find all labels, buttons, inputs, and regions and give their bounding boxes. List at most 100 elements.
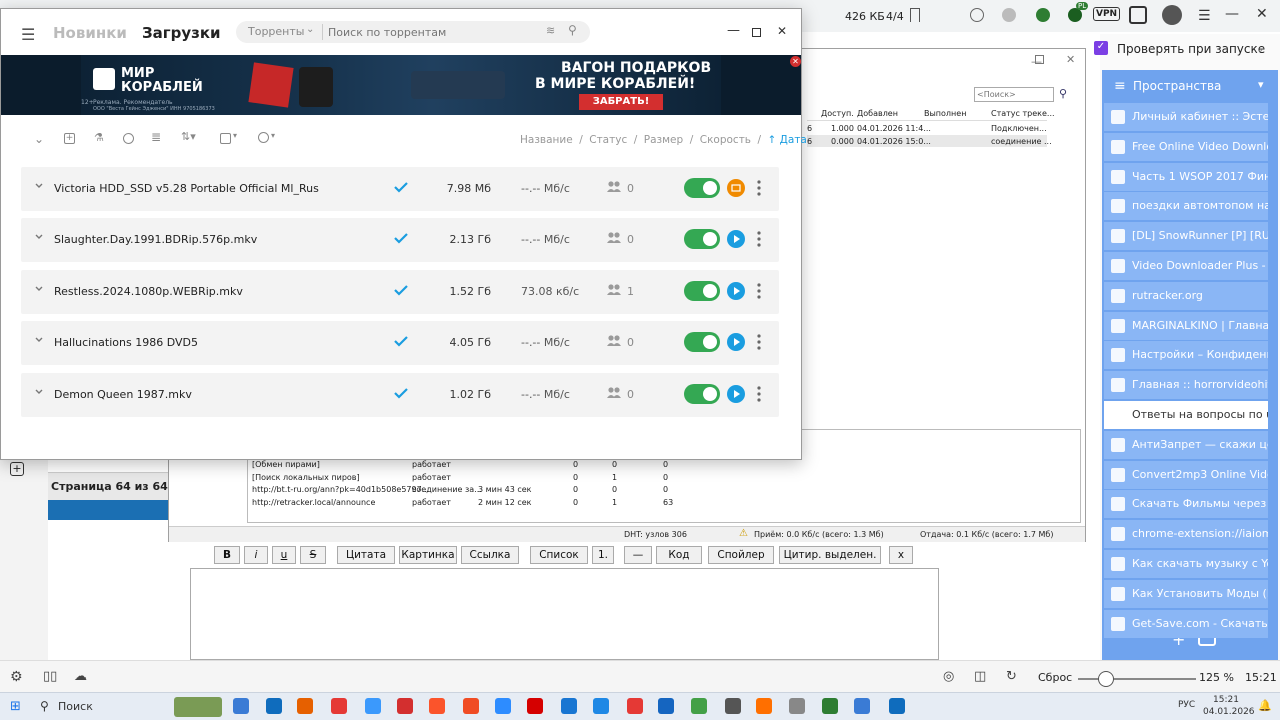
banner-close-icon[interactable]: ✕ [790,56,801,67]
taskbar-app-icon[interactable] [561,698,577,714]
torrent-row[interactable]: Slaughter.Day.1991.BDRip.576p.mkv 2.13 Гб… [21,218,779,263]
panels-icon[interactable]: ▯▯ [43,669,57,684]
minimize-icon[interactable]: — [1225,6,1239,22]
add-icon[interactable]: + [10,462,24,476]
popup-minimize-icon[interactable]: — [727,23,740,38]
taskbar-app-icon[interactable] [854,698,870,714]
ut-col-added[interactable]: Добавлен [857,109,898,118]
browser-tab[interactable]: Video Downloader Plus - И [1104,252,1268,280]
ut-col-tracker-status[interactable]: Статус треке... [991,109,1055,118]
extension-shield-icon[interactable] [1068,8,1082,22]
spaces-label[interactable]: Пространства [1133,79,1221,93]
browser-tab[interactable]: Get-Save.com - Скачать ви [1104,609,1268,638]
taskbar-app-icon[interactable] [429,698,445,714]
tile-icon[interactable]: ◫ [974,669,986,684]
format-button[interactable]: 1. [592,546,614,564]
format-button[interactable]: S [300,546,326,564]
browser-tab[interactable]: MARGINALKINO | Главная [1104,311,1268,340]
flask-icon[interactable]: ⚗ [94,131,104,144]
sort-status[interactable]: Статус [589,134,627,146]
taskbar-app-icon[interactable] [331,698,347,714]
taskbar-search[interactable]: Поиск [58,700,93,713]
format-button[interactable]: — [624,546,652,564]
taskbar-app-icon[interactable] [593,698,609,714]
row-chevron-icon[interactable] [34,181,44,191]
taskbar-app-icon[interactable] [397,698,413,714]
taskbar-app-icon[interactable] [627,698,643,714]
seed-toggle[interactable] [684,383,720,404]
browser-tab[interactable]: Скачать Фильмы через то [1104,490,1268,519]
taskbar-app-icon[interactable] [233,698,249,714]
filter-icon[interactable]: ≋ [546,24,555,37]
more-icon[interactable] [757,283,761,302]
ut-col-access[interactable]: Доступ. [821,109,854,118]
torrent-row[interactable]: Victoria HDD_SSD v5.28 Portable Official… [21,167,779,211]
taskbar-date[interactable]: 04.01.2026 [1203,707,1255,717]
format-button[interactable]: Цитата [337,546,395,564]
browser-tab[interactable]: поездки автомтопом на г [1104,192,1268,221]
browser-tab[interactable]: [DL] SnowRunner [P] [RUS [1104,222,1268,251]
more-icon[interactable] [757,180,761,199]
popup-close-icon[interactable]: ✕ [777,24,787,38]
search-input[interactable] [328,23,538,41]
browser-tab[interactable]: АнтиЗапрет — скажи цен [1104,430,1268,459]
format-button[interactable]: Список [530,546,588,564]
extension-globe-icon[interactable] [1036,8,1050,22]
notification-icon[interactable]: 🔔 [1258,699,1272,712]
tray-lang[interactable]: РУС [1178,700,1195,710]
vpn-icon[interactable]: VPN [1093,7,1121,21]
torrent-row[interactable]: Restless.2024.1080p.WEBRip.mkv 1.52 Гб 73.… [21,269,779,314]
power-icon[interactable] [258,132,269,143]
sync-icon[interactable]: ↻ [1006,669,1017,684]
ut-close-icon[interactable]: ✕ [1066,53,1075,66]
settings-icon[interactable]: ⚙ [10,669,23,685]
cloud-icon[interactable]: ☁ [74,669,87,684]
play-icon[interactable] [727,333,745,352]
start-icon[interactable]: ⊞ [10,699,21,714]
widgets-image[interactable] [174,697,222,717]
zoom-reset[interactable]: Сброс [1038,671,1072,684]
taskbar-time[interactable]: 15:21 [1213,695,1239,705]
sort-speed[interactable]: Скорость [700,134,751,146]
close-icon[interactable]: ✕ [1256,6,1268,22]
format-button[interactable]: i [244,546,268,564]
seed-toggle[interactable] [684,280,720,301]
sort-filter-icon[interactable]: ⇅▾ [181,130,196,143]
browser-tab[interactable]: Как скачать музыку с YouT [1104,550,1268,578]
scope-chevron-icon[interactable]: ⌄ [306,24,314,35]
banner-cta-button[interactable]: ЗАБРАТЬ! [579,94,663,110]
sort-name[interactable]: Название [520,134,573,146]
browser-tab[interactable]: rutracker.org [1104,281,1268,310]
browser-tab[interactable]: Как Установить Моды (Ма [1104,579,1268,608]
browser-tab[interactable]: Главная :: horrorvideohit.c [1104,371,1268,400]
torrent-row[interactable]: Demon Queen 1987.mkv 1.02 Гб --.-- Мб/с 0 [21,372,779,417]
taskbar-app-icon[interactable] [658,698,674,714]
ut-search-input[interactable] [974,87,1054,102]
seed-toggle[interactable] [684,332,720,353]
play-icon[interactable] [727,384,745,403]
bookmark-icon[interactable] [910,8,920,22]
browser-tab[interactable]: Free Online Video Downlo [1104,132,1268,161]
pause-all-icon[interactable] [123,133,134,144]
torrent-row[interactable]: Hallucinations 1986 DVD5 4.05 Гб --.-- Мб/… [21,321,779,366]
zoom-slider[interactable] [1078,678,1196,680]
format-button[interactable]: Ссылка [461,546,519,564]
more-icon[interactable] [757,231,761,250]
browser-tab[interactable]: Настройки – Конфиденци [1104,341,1268,370]
calendar-chevron-icon[interactable]: ▾ [233,131,237,140]
search-scope[interactable]: Торренты [248,25,304,38]
gift-icon[interactable] [1129,6,1147,24]
add-torrent-icon[interactable]: + [64,133,75,144]
power-chevron-icon[interactable]: ▾ [271,131,275,140]
more-icon[interactable] [757,385,761,405]
tab-downloads[interactable]: Загрузки [142,24,221,42]
taskbar-search-icon[interactable]: ⚲ [40,699,49,713]
sort-date[interactable]: ↑ Дата [768,134,807,146]
seed-toggle[interactable] [684,229,720,250]
format-button[interactable]: x [889,546,913,564]
message-editor[interactable] [190,568,939,660]
list-icon[interactable]: ≣ [151,130,161,144]
ad-banner[interactable]: МИР КОРАБЛЕЙ 12+ Реклама. Рекомендатель … [1,55,801,115]
taskbar-app-icon[interactable] [463,698,479,714]
browser-tab[interactable]: Convert2mp3 Online Video [1104,460,1268,489]
